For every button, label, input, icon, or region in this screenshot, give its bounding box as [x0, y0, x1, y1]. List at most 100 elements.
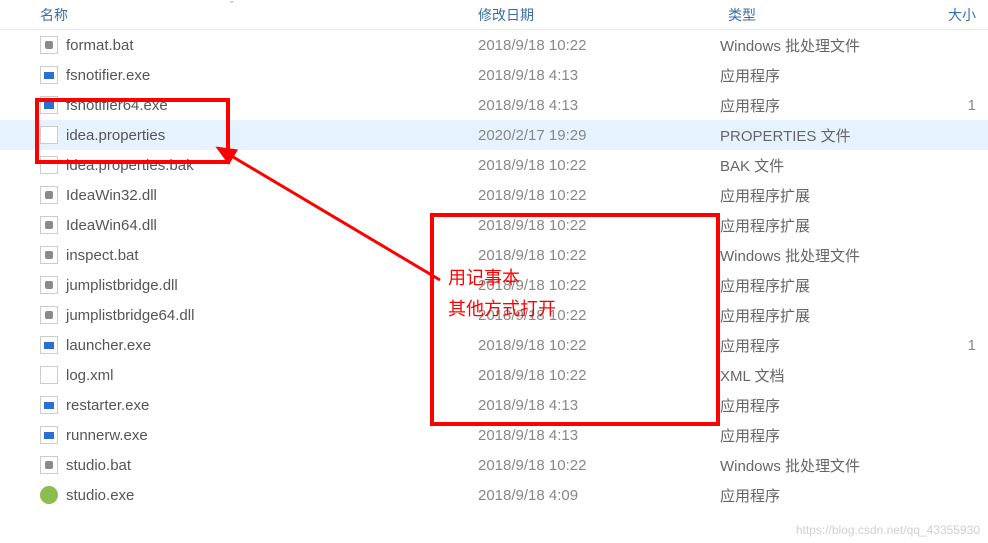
file-name-label: format.bat: [66, 37, 134, 54]
file-cell-type: BAK 文件: [720, 155, 900, 176]
bat-icon: [40, 36, 58, 54]
file-cell-size: 1: [900, 337, 988, 354]
file-cell-name: idea.properties: [0, 126, 470, 144]
file-cell-type: 应用程序扩展: [720, 215, 900, 236]
file-cell-type: 应用程序: [720, 425, 900, 446]
file-name-label: launcher.exe: [66, 337, 151, 354]
file-name-label: log.xml: [66, 367, 114, 384]
file-row[interactable]: jumplistbridge.dll 2018/9/18 10:22应用程序扩展: [0, 270, 988, 300]
file-name-label: fsnotifier.exe: [66, 67, 150, 84]
column-header-type[interactable]: 类型: [720, 0, 900, 30]
file-name-label: studio.bat: [66, 457, 131, 474]
file-name-label: inspect.bat: [66, 247, 139, 264]
file-cell-type: PROPERTIES 文件: [720, 125, 900, 146]
sort-indicator-icon: ˇ: [230, 0, 234, 12]
file-row[interactable]: format.bat 2018/9/18 10:22Windows 批处理文件: [0, 30, 988, 60]
file-cell-name: fsnotifier.exe: [0, 66, 470, 84]
file-cell-date: 2020/2/17 19:29: [470, 127, 720, 144]
file-cell-name: runnerw.exe: [0, 426, 470, 444]
xml-icon: [40, 366, 58, 384]
file-row[interactable]: log.xml 2018/9/18 10:22XML 文档: [0, 360, 988, 390]
file-cell-type: 应用程序: [720, 335, 900, 356]
file-list: format.bat2018/9/18 10:22Windows 批处理文件fs…: [0, 30, 988, 510]
file-cell-type: 应用程序扩展: [720, 185, 900, 206]
file-name-label: IdeaWin32.dll: [66, 187, 157, 204]
file-cell-name: studio.exe: [0, 486, 470, 504]
dll-icon: [40, 306, 58, 324]
file-cell-date: 2018/9/18 10:22: [470, 277, 720, 294]
file-cell-name: restarter.exe: [0, 396, 470, 414]
file-name-label: idea.properties: [66, 127, 165, 144]
file-row[interactable]: studio.exe 2018/9/18 4:09应用程序: [0, 480, 988, 510]
file-cell-date: 2018/9/18 10:22: [470, 37, 720, 54]
file-cell-name: fsnotifier64.exe: [0, 96, 470, 114]
column-header-size[interactable]: 大小: [900, 0, 988, 30]
file-name-label: jumplistbridge64.dll: [66, 307, 194, 324]
file-cell-date: 2018/9/18 4:09: [470, 487, 720, 504]
file-cell-date: 2018/9/18 10:22: [470, 187, 720, 204]
file-icon: [40, 126, 58, 144]
exe-icon: [40, 396, 58, 414]
file-cell-date: 2018/9/18 10:22: [470, 337, 720, 354]
file-cell-type: 应用程序扩展: [720, 275, 900, 296]
file-row[interactable]: runnerw.exe 2018/9/18 4:13应用程序: [0, 420, 988, 450]
file-row[interactable]: IdeaWin64.dll 2018/9/18 10:22应用程序扩展: [0, 210, 988, 240]
file-cell-name: IdeaWin64.dll: [0, 216, 470, 234]
exe-icon: [40, 336, 58, 354]
file-cell-name: idea.properties.bak: [0, 156, 470, 174]
file-row[interactable]: jumplistbridge64.dll2018/9/18 10:22应用程序扩…: [0, 300, 988, 330]
watermark-text: https://blog.csdn.net/qq_43355930: [796, 523, 980, 537]
dll-icon: [40, 216, 58, 234]
file-row[interactable]: idea.properties.bak 2018/9/18 10:22BAK 文件: [0, 150, 988, 180]
dll-icon: [40, 276, 58, 294]
file-cell-date: 2018/9/18 10:22: [470, 157, 720, 174]
file-cell-type: XML 文档: [720, 365, 900, 386]
column-header-date[interactable]: 修改日期: [470, 0, 720, 30]
column-header-name[interactable]: 名称: [0, 0, 470, 30]
bat-icon: [40, 456, 58, 474]
file-cell-date: 2018/9/18 10:22: [470, 247, 720, 264]
file-cell-name: inspect.bat: [0, 246, 470, 264]
exe-icon: [40, 66, 58, 84]
file-cell-name: studio.bat: [0, 456, 470, 474]
file-row[interactable]: idea.properties 2020/2/17 19:29PROPERTIES…: [0, 120, 988, 150]
file-name-label: studio.exe: [66, 487, 134, 504]
file-name-label: runnerw.exe: [66, 427, 148, 444]
file-cell-name: launcher.exe: [0, 336, 470, 354]
file-row[interactable]: fsnotifier.exe2018/9/18 4:13应用程序: [0, 60, 988, 90]
file-cell-name: IdeaWin32.dll: [0, 186, 470, 204]
file-row[interactable]: launcher.exe 2018/9/18 10:22应用程序1: [0, 330, 988, 360]
file-icon: [40, 156, 58, 174]
file-cell-date: 2018/9/18 10:22: [470, 217, 720, 234]
file-cell-type: 应用程序: [720, 485, 900, 506]
file-name-label: IdeaWin64.dll: [66, 217, 157, 234]
file-cell-name: log.xml: [0, 366, 470, 384]
file-cell-date: 2018/9/18 4:13: [470, 397, 720, 414]
file-cell-date: 2018/9/18 4:13: [470, 427, 720, 444]
file-row[interactable]: studio.bat 2018/9/18 10:22Windows 批处理文件: [0, 450, 988, 480]
file-cell-date: 2018/9/18 10:22: [470, 307, 720, 324]
file-cell-name: jumplistbridge64.dll: [0, 306, 470, 324]
file-cell-date: 2018/9/18 10:22: [470, 457, 720, 474]
exe-icon: [40, 96, 58, 114]
file-cell-name: jumplistbridge.dll: [0, 276, 470, 294]
file-cell-type: 应用程序: [720, 95, 900, 116]
studio-icon: [40, 486, 58, 504]
file-name-label: fsnotifier64.exe: [66, 97, 168, 114]
file-cell-name: format.bat: [0, 36, 470, 54]
file-name-label: jumplistbridge.dll: [66, 277, 178, 294]
column-header-row: 名称 ˇ 修改日期 类型 大小: [0, 0, 988, 30]
file-cell-date: 2018/9/18 10:22: [470, 367, 720, 384]
bat-icon: [40, 246, 58, 264]
dll-icon: [40, 186, 58, 204]
file-cell-date: 2018/9/18 4:13: [470, 67, 720, 84]
file-cell-type: Windows 批处理文件: [720, 35, 900, 56]
file-row[interactable]: restarter.exe2018/9/18 4:13应用程序: [0, 390, 988, 420]
file-cell-type: 应用程序: [720, 395, 900, 416]
file-row[interactable]: IdeaWin32.dll 2018/9/18 10:22应用程序扩展: [0, 180, 988, 210]
file-row[interactable]: inspect.bat2018/9/18 10:22Windows 批处理文件: [0, 240, 988, 270]
file-name-label: idea.properties.bak: [66, 157, 194, 174]
file-row[interactable]: fsnotifier64.exe2018/9/18 4:13应用程序1: [0, 90, 988, 120]
file-cell-date: 2018/9/18 4:13: [470, 97, 720, 114]
file-cell-type: Windows 批处理文件: [720, 455, 900, 476]
